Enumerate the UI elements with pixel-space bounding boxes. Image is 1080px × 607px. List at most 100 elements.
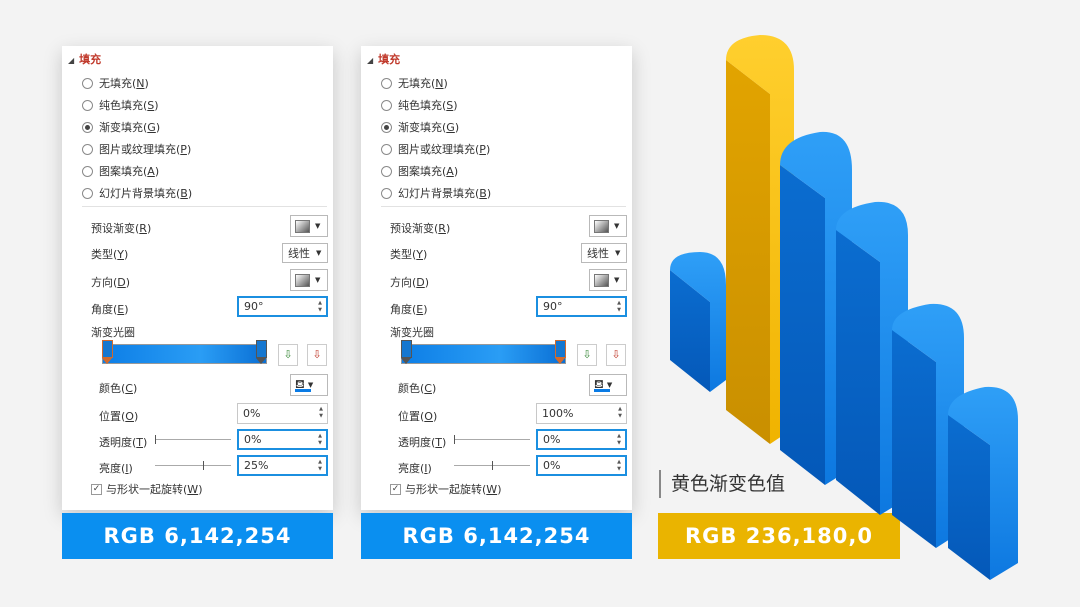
format-panel-left: ◢ 填充 无填充(N) 纯色填充(S) 渐变填充(G) 图片或纹理填充(P) 图案填充(A… [62, 46, 333, 510]
radio-button[interactable] [82, 165, 93, 177]
angle-spinner[interactable]: 90° ▲ ▼ [536, 296, 627, 317]
position-spinner[interactable]: 100% ▲ ▼ [536, 403, 627, 424]
spinner-arrows-icon[interactable]: ▲ ▼ [617, 459, 621, 473]
add-stop-button[interactable]: ⇩ [278, 344, 298, 366]
position-spinner[interactable]: 0% ▲ ▼ [237, 403, 328, 424]
gradient-stops-track[interactable] [102, 344, 267, 364]
radio-button[interactable] [82, 143, 93, 155]
fill-option-4[interactable]: 图案填充(A) [381, 164, 458, 178]
transparency-slider[interactable] [454, 435, 530, 444]
fill-option-1[interactable]: 纯色填充(S) [82, 98, 159, 112]
fill-option-3[interactable]: 图片或纹理填充(P) [82, 142, 191, 156]
fill-option-3[interactable]: 图片或纹理填充(P) [381, 142, 490, 156]
radio-button[interactable] [82, 77, 93, 89]
rotate-with-shape-row[interactable]: ✓ 与形状一起旋转(W) [390, 481, 501, 497]
fill-option-5[interactable]: 幻灯片背景填充(B) [82, 186, 192, 200]
position-label-paren: ) [432, 410, 438, 423]
color-dropdown[interactable]: ⛾ ▼ [290, 374, 328, 396]
angle-label-text: 角度( [91, 303, 118, 316]
color-dropdown[interactable]: ⛾ ▼ [589, 374, 627, 396]
brightness-spinner[interactable]: 25% ▲ ▼ [237, 455, 328, 476]
preset-gradient-dropdown[interactable]: ▼ [290, 215, 328, 237]
gradient-stop-left[interactable] [102, 340, 113, 366]
rotate-with-shape-row[interactable]: ✓ 与形状一起旋转(W) [91, 481, 202, 497]
fill-option-label-text: 图案填充( [398, 165, 447, 178]
position-label-accel-key: O [125, 410, 134, 423]
direction-dropdown[interactable]: ▼ [589, 269, 627, 291]
spinner-arrows-icon[interactable]: ▲ ▼ [319, 406, 323, 420]
fill-option-label-text: 幻灯片背景填充( [99, 187, 181, 200]
type-label-text: 类型( [91, 248, 118, 261]
gradient-stop-right[interactable] [555, 340, 566, 366]
gradient-stop-right[interactable] [256, 340, 267, 366]
brightness-label-text: 亮度( [398, 462, 425, 475]
brightness-slider[interactable] [155, 461, 231, 470]
color-label-accel-key: C [424, 382, 432, 395]
slider-thumb[interactable] [202, 461, 204, 470]
remove-stop-button[interactable]: ⇩ [606, 344, 626, 366]
radio-button[interactable] [82, 99, 93, 111]
fill-option-5[interactable]: 幻灯片背景填充(B) [381, 186, 491, 200]
fill-option-label-paren: ) [453, 99, 458, 112]
transparency-label-text: 透明度( [398, 436, 436, 449]
fill-option-0[interactable]: 无填充(N) [381, 76, 448, 90]
direction-label-text: 方向( [390, 276, 417, 289]
transparency-spinner[interactable]: 0% ▲ ▼ [237, 429, 328, 450]
transparency-slider[interactable] [155, 435, 231, 444]
angle-label-paren: ) [124, 303, 129, 316]
radio-button[interactable] [82, 187, 93, 199]
brightness-label-paren: ) [128, 462, 133, 475]
stop-handle [555, 340, 566, 358]
brightness-spinner[interactable]: 0% ▲ ▼ [536, 455, 627, 476]
slider-thumb[interactable] [492, 461, 493, 470]
radio-button[interactable] [381, 187, 392, 199]
brightness-slider[interactable] [454, 461, 530, 470]
type-dropdown[interactable]: 线性 ▼ [581, 243, 627, 263]
spinner-arrows-icon[interactable]: ▲ ▼ [618, 406, 622, 420]
direction-dropdown[interactable]: ▼ [290, 269, 328, 291]
radio-button[interactable] [381, 143, 392, 155]
radio-button[interactable] [381, 77, 392, 89]
chevron-down-icon: ▼ [614, 222, 620, 230]
fill-option-0[interactable]: 无填充(N) [82, 76, 149, 90]
preset-gradient-dropdown[interactable]: ▼ [589, 215, 627, 237]
remove-stop-button[interactable]: ⇩ [307, 344, 327, 366]
color-label: 颜色(C) [99, 380, 137, 396]
radio-button[interactable] [381, 99, 392, 111]
rgb-banner-blue-right: RGB 6,142,254 [361, 513, 632, 559]
spinner-arrows-icon[interactable]: ▲ ▼ [318, 300, 322, 314]
slider-thumb[interactable] [454, 435, 455, 444]
section-title: 填充 [378, 53, 401, 66]
radio-button[interactable] [381, 121, 392, 133]
add-stop-button[interactable]: ⇩ [577, 344, 597, 366]
fill-option-label-accel-key: G [147, 121, 156, 134]
fill-option-label-accel-key: B [180, 187, 188, 200]
triangle-icon: ◢ [367, 56, 374, 65]
section-header[interactable]: ◢ 填充 [367, 51, 400, 67]
rotate-with-shape-checkbox[interactable]: ✓ [390, 483, 401, 495]
direction-label-paren: ) [424, 276, 430, 289]
spinner-arrows-icon[interactable]: ▲ ▼ [617, 300, 621, 314]
bar-back-left [670, 252, 726, 392]
type-dropdown[interactable]: 线性 ▼ [282, 243, 328, 263]
section-header[interactable]: ◢ 填充 [68, 51, 101, 67]
position-label-accel-key: O [424, 410, 433, 423]
gradient-stops-track[interactable] [401, 344, 566, 364]
gradient-stop-left[interactable] [401, 340, 412, 366]
angle-spinner[interactable]: 90° ▲ ▼ [237, 296, 328, 317]
rotate-with-shape-label-paren: ) [198, 483, 203, 496]
fill-option-2[interactable]: 渐变填充(G) [82, 120, 160, 134]
slider-thumb[interactable] [155, 435, 156, 444]
fill-option-2[interactable]: 渐变填充(G) [381, 120, 459, 134]
fill-option-4[interactable]: 图案填充(A) [82, 164, 159, 178]
spinner-arrows-icon[interactable]: ▲ ▼ [318, 459, 322, 473]
spinner-arrows-icon[interactable]: ▲ ▼ [617, 433, 621, 447]
type-value: 线性 [288, 247, 310, 260]
spinner-arrows-icon[interactable]: ▲ ▼ [318, 433, 322, 447]
radio-button[interactable] [381, 165, 392, 177]
radio-button[interactable] [82, 121, 93, 133]
fill-option-1[interactable]: 纯色填充(S) [381, 98, 458, 112]
direction-label-paren: ) [125, 276, 131, 289]
rotate-with-shape-checkbox[interactable]: ✓ [91, 483, 102, 495]
transparency-spinner[interactable]: 0% ▲ ▼ [536, 429, 627, 450]
